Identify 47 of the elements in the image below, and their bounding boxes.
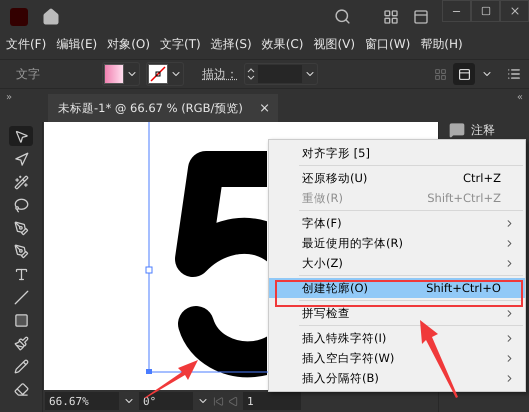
menu-item[interactable]: 选择(S) <box>210 36 252 52</box>
rotation-field[interactable]: 0° <box>139 392 193 410</box>
stroke-swatch <box>148 64 168 84</box>
maximize-button[interactable] <box>471 0 500 22</box>
zoom-field[interactable]: 66.67% <box>45 392 119 410</box>
menu-item[interactable]: 最近使用的字体(R) <box>269 233 525 253</box>
workspace-icon[interactable] <box>383 8 399 24</box>
menu-item[interactable]: 字体(F) <box>269 213 525 233</box>
pointer-icon[interactable] <box>9 126 33 146</box>
menu-item[interactable]: 编辑(E) <box>56 36 98 52</box>
align-button[interactable] <box>453 63 475 85</box>
close-icon <box>508 5 520 17</box>
fill-dropdown[interactable] <box>102 62 140 86</box>
panel-icon[interactable] <box>413 8 429 24</box>
menu-item[interactable]: 文件(F) <box>6 36 46 52</box>
align-icon <box>458 68 470 80</box>
list-icon[interactable] <box>507 67 521 81</box>
app-logo-icon <box>10 8 28 26</box>
maximize-icon <box>480 6 490 16</box>
options-label: 文字 <box>16 66 41 82</box>
menu-item[interactable]: 插入空白字符(W) <box>269 348 525 368</box>
menu-item[interactable]: 文字(T) <box>160 36 201 52</box>
fill-swatch <box>104 64 124 84</box>
home-icon[interactable] <box>42 8 60 26</box>
close-button[interactable] <box>500 0 529 22</box>
page-field[interactable]: 1 <box>243 392 301 410</box>
menu-item[interactable]: 插入特殊字符(I) <box>269 328 525 348</box>
menu-item[interactable]: 帮助(H) <box>420 36 463 52</box>
expand-toggle[interactable]: « <box>431 92 529 103</box>
stroke-dropdown[interactable] <box>146 62 184 86</box>
stroke-label: 描边： <box>202 66 238 82</box>
menu-item[interactable]: 效果(C) <box>262 36 304 52</box>
comment-icon[interactable] <box>449 122 465 138</box>
menu-item[interactable]: 还原移动(U) Ctrl+Z <box>269 168 525 188</box>
menu-item[interactable]: 大小(Z) <box>269 253 525 273</box>
stroke-weight-field[interactable] <box>244 63 318 85</box>
menu-item[interactable]: 对齐字形 [5] <box>269 143 525 163</box>
document-tab[interactable]: 未标题-1* @ 66.67 % (RGB/预览) × <box>48 94 278 122</box>
menu-item[interactable]: 对象(O) <box>107 36 150 52</box>
collapse-toggle[interactable]: » <box>0 92 48 103</box>
menu-item[interactable]: 视图(V) <box>313 36 356 52</box>
tab-close[interactable]: × <box>259 100 270 116</box>
panel-label[interactable]: 注释 <box>471 122 495 139</box>
menu-item[interactable]: 拼写检查 <box>269 303 525 323</box>
search-icon[interactable] <box>334 8 351 25</box>
menu-item[interactable]: 插入分隔符(B) <box>269 368 525 388</box>
menu-item[interactable]: 窗口(W) <box>365 36 410 52</box>
